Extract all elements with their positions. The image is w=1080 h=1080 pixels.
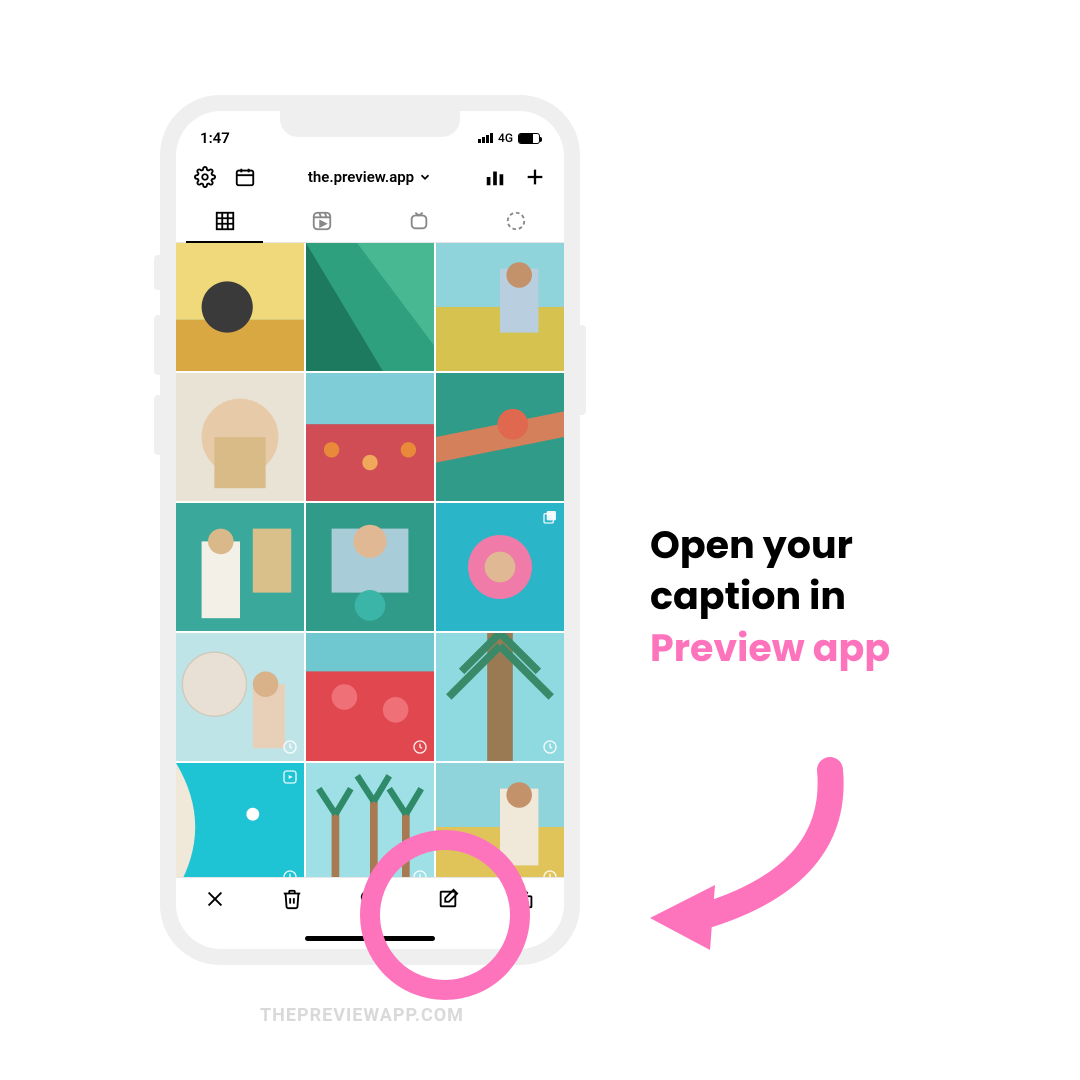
clock-icon: [412, 739, 428, 755]
export-icon[interactable]: [514, 888, 536, 910]
chevron-down-icon: [418, 170, 432, 184]
tab-stories[interactable]: [467, 199, 564, 242]
account-name: the.preview.app: [308, 168, 414, 186]
phone-frame: 1:47 4G the.preview.app: [160, 95, 580, 965]
grid-cell[interactable]: [436, 503, 564, 631]
phone-volume-up: [154, 315, 160, 375]
grid-cell[interactable]: [176, 243, 304, 371]
photo-grid: [176, 243, 564, 891]
phone-power-button: [580, 325, 586, 415]
clock-icon: [282, 739, 298, 755]
instruction-line-1: Open your: [650, 519, 853, 572]
watermark: THEPREVIEWAPP.COM: [260, 1005, 464, 1026]
bottom-toolbar: [176, 877, 564, 949]
reels-icon: [311, 210, 333, 232]
gear-icon[interactable]: [194, 166, 216, 188]
tab-igtv[interactable]: [370, 199, 467, 242]
reel-badge-icon: [282, 769, 298, 785]
grid-cell[interactable]: [176, 763, 304, 891]
phone-volume-down: [154, 395, 160, 455]
grid-cell[interactable]: [306, 633, 434, 761]
filter-icon[interactable]: [359, 888, 381, 910]
grid-cell[interactable]: [176, 633, 304, 761]
grid-cell[interactable]: [306, 763, 434, 891]
close-icon[interactable]: [204, 888, 226, 910]
status-right: 4G: [478, 131, 540, 145]
signal-icon: [478, 133, 493, 143]
grid-cell[interactable]: [306, 373, 434, 501]
tab-reels[interactable]: [273, 199, 370, 242]
instruction-line-2: caption in: [650, 570, 846, 623]
grid-cell[interactable]: [306, 243, 434, 371]
grid-icon: [214, 210, 236, 232]
calendar-icon[interactable]: [234, 166, 256, 188]
analytics-icon[interactable]: [484, 166, 506, 188]
instruction-line-3: Preview app: [650, 622, 890, 675]
phone-mute-switch: [154, 255, 160, 290]
plus-icon[interactable]: [524, 166, 546, 188]
account-dropdown[interactable]: the.preview.app: [308, 168, 432, 186]
grid-cell[interactable]: [436, 373, 564, 501]
grid-cell[interactable]: [436, 633, 564, 761]
home-indicator: [305, 936, 435, 941]
status-time: 1:47: [200, 129, 230, 147]
clock-icon: [542, 739, 558, 755]
phone-screen: 1:47 4G the.preview.app: [176, 111, 564, 949]
battery-icon: [518, 133, 540, 144]
edit-icon[interactable]: [437, 888, 459, 910]
instruction-text: Open your caption in Preview app: [650, 520, 1030, 674]
tab-grid[interactable]: [176, 199, 273, 242]
grid-cell[interactable]: [436, 763, 564, 891]
arrow-annotation: [630, 740, 870, 960]
carousel-icon: [542, 509, 558, 525]
network-label: 4G: [498, 131, 513, 145]
stories-icon: [505, 210, 527, 232]
igtv-icon: [408, 210, 430, 232]
grid-cell[interactable]: [436, 243, 564, 371]
content-tabs: [176, 199, 564, 243]
phone-notch: [280, 111, 460, 137]
trash-icon[interactable]: [281, 888, 303, 910]
grid-cell[interactable]: [176, 503, 304, 631]
grid-cell[interactable]: [306, 503, 434, 631]
app-toolbar: the.preview.app: [176, 155, 564, 199]
grid-cell[interactable]: [176, 373, 304, 501]
